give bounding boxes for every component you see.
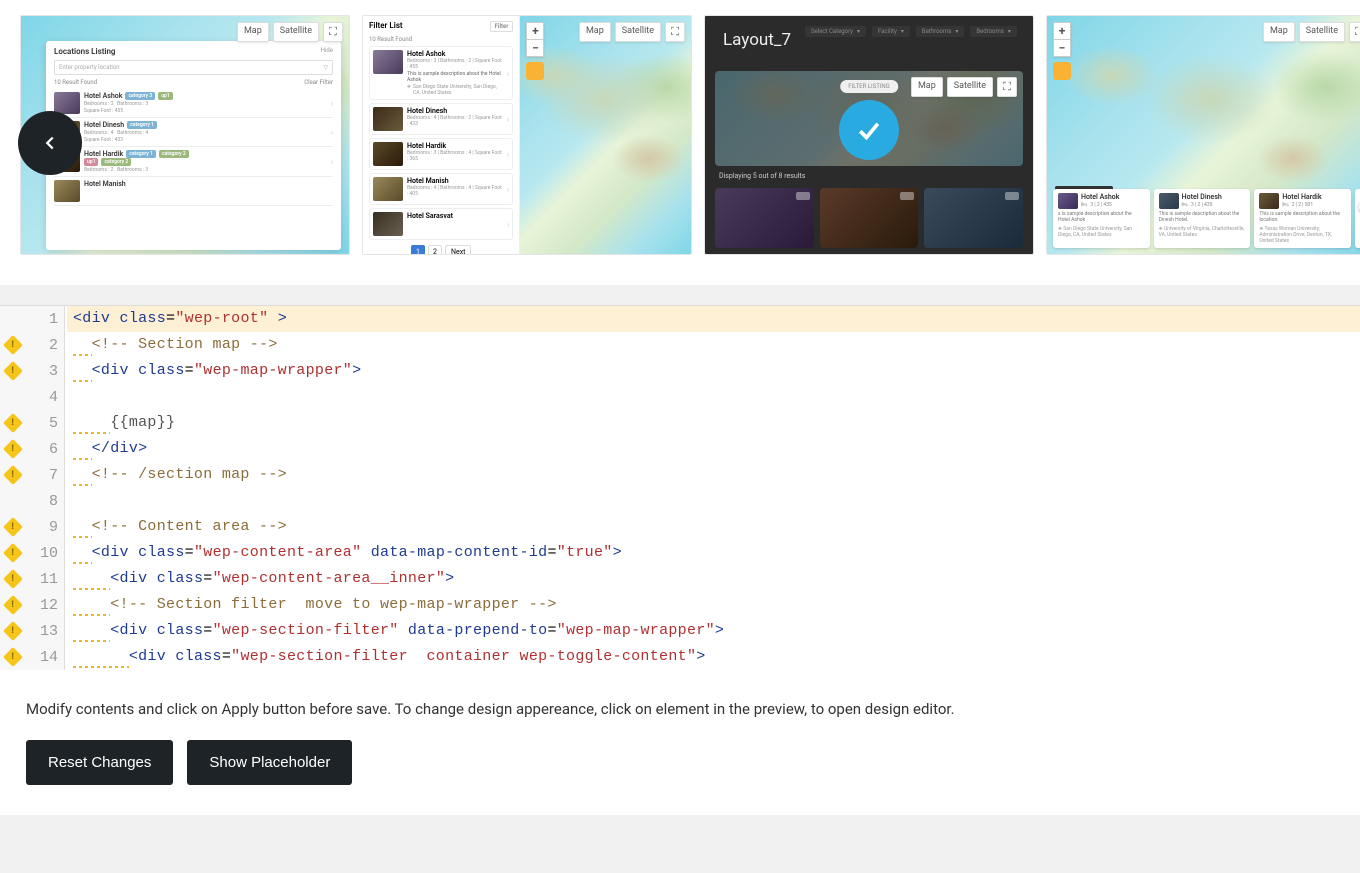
pegman-icon [526,62,544,80]
zoom-in-icon: + [526,22,544,40]
code-area[interactable]: <div class="wep-root" > <!-- Section map… [65,306,1360,670]
zoom-in-icon: + [1053,22,1071,40]
page-1: 1 [411,245,425,254]
pegman-icon [1053,62,1071,80]
page-2: 2 [428,245,442,254]
card [715,188,814,248]
warn-icon [3,543,23,563]
show-placeholder-button[interactable]: Show Placeholder [187,740,352,785]
fullscreen-icon: ⛶ [665,22,685,42]
gallery-prev-button[interactable] [18,111,82,175]
satellite-button: Satellite [273,22,319,42]
item-title: Hotel Hardik [84,150,123,158]
result-count: Displaying 5 out of 8 results [719,172,805,180]
warn-icon [3,335,23,355]
editor-hint: Modify contents and click on Apply butto… [0,670,1360,740]
warn-icon [3,413,23,433]
hotel-card: Hotel Ashok🛏3 | 2 | 435 s is sample desc… [1053,189,1150,248]
map-button: Map [1263,22,1295,42]
card [820,188,919,248]
filter-list-title: Filter List [369,21,403,32]
zoom-out-icon: − [526,39,544,57]
warn-icon [3,621,23,641]
layout-title: Layout_7 [723,30,791,50]
hotel-card-partial: This is t Uni [1355,189,1360,248]
hotel-card: Hotel Hardik🛏2 | 2 | 501 This is sample … [1254,189,1351,248]
pin-icon: ⎈ [407,84,411,96]
warn-icon [3,439,23,459]
layout-thumb-4[interactable]: +− Map Satellite ⛶ Show Listing▾ › Hotel… [1046,15,1360,255]
layout-thumb-2[interactable]: Filter ListFilter 10 Result Found Hotel … [362,15,692,255]
page-next: Next [445,245,471,254]
fullscreen-icon: ⛶ [1349,22,1360,42]
code-editor-section: 1 2 3 4 5 6 7 8 9 10 11 12 13 14 <div c [0,305,1360,815]
satellite-button: Satellite [615,22,661,42]
filter-listing-pill: FILTER LISTING [840,80,898,93]
result-count: 10 Result Found [54,79,97,86]
selected-check-icon [839,100,899,160]
map-button: Map [237,22,269,42]
filter-icon: ▽ [323,64,328,71]
fullscreen-icon: ⛶ [323,22,343,42]
fullscreen-icon: ⛶ [997,77,1017,97]
item-title: Hotel Dinesh [84,121,124,129]
editor-gutter: 1 2 3 4 5 6 7 8 9 10 11 12 13 14 [0,306,65,670]
locations-panel: Locations Listing Hide Enter property lo… [46,41,341,250]
filter-chip: Filter [490,21,514,32]
panel-title: Locations Listing [54,47,115,56]
search-placeholder: Enter property location [59,64,120,71]
gutter-line: 1 [0,306,64,332]
warn-icon [3,517,23,537]
warn-icon [3,647,23,667]
layout-thumb-selected[interactable]: Layout_7 Select Category▾ Facility▾ Bath… [704,15,1034,255]
warn-icon [3,595,23,615]
item-title: Hotel Ashok [84,92,122,100]
filter-list-panel: Filter ListFilter 10 Result Found Hotel … [363,16,520,254]
satellite-button: Satellite [947,77,993,97]
map-button: Map [911,77,943,97]
layout-gallery: Map Satellite ⛶ Locations Listing Hide E… [0,0,1360,285]
code-line[interactable]: <div class="wep-root" > [67,306,1360,332]
clear-filter: Clear Filter [304,79,333,86]
warn-icon [3,569,23,589]
item-title: Hotel Manish [84,180,126,188]
result-count: 10 Result Found [369,36,513,43]
card [924,188,1023,248]
warn-icon [3,465,23,485]
satellite-button: Satellite [1299,22,1345,42]
reset-changes-button[interactable]: Reset Changes [26,740,173,785]
zoom-out-icon: − [1053,39,1071,57]
hotel-card: Hotel Dinesh🛏3 | 2 | 435 This is sample … [1154,189,1251,248]
hide-link: Hide [321,47,333,56]
map-button: Map [579,22,611,42]
warn-icon [3,361,23,381]
